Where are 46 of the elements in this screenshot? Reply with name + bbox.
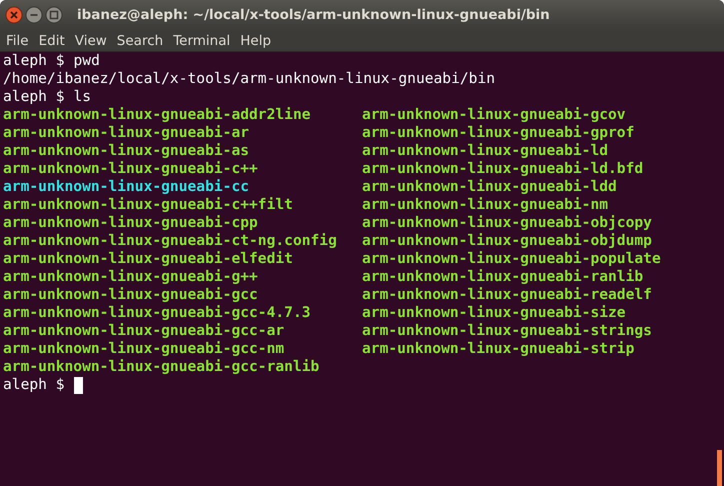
file-name: arm-unknown-linux-gnueabi-ld <box>362 142 610 160</box>
shell-prompt: aleph $ <box>3 88 65 106</box>
menu-item[interactable]: File <box>1 32 34 48</box>
file-name: arm-unknown-linux-gnueabi-populate <box>362 250 662 268</box>
file-name: arm-unknown-linux-gnueabi-addr2line <box>3 106 312 124</box>
maximize-icon[interactable] <box>45 6 63 24</box>
file-name: arm-unknown-linux-gnueabi-gcc-4.7.3 <box>3 304 312 322</box>
scrollbar-thumb[interactable] <box>717 450 722 486</box>
shell-command: ls <box>74 88 92 106</box>
menu-item[interactable]: Terminal <box>168 32 236 48</box>
file-name: arm-unknown-linux-gnueabi-cc <box>3 178 250 196</box>
file-name: arm-unknown-linux-gnueabi-as <box>3 142 250 160</box>
file-name: arm-unknown-linux-gnueabi-strings <box>362 322 653 340</box>
menu-item[interactable]: View <box>70 32 112 48</box>
file-name: arm-unknown-linux-gnueabi-g++ <box>3 268 259 286</box>
close-icon[interactable] <box>5 6 23 24</box>
file-name: arm-unknown-linux-gnueabi-size <box>362 304 627 322</box>
file-name: arm-unknown-linux-gnueabi-elfedit <box>3 250 294 268</box>
file-name: arm-unknown-linux-gnueabi-gcc-ar <box>3 322 286 340</box>
menu-item[interactable]: Edit <box>34 32 70 48</box>
file-name: arm-unknown-linux-gnueabi-ct-ng.config <box>3 232 338 250</box>
file-name: arm-unknown-linux-gnueabi-strip <box>362 340 636 358</box>
file-name: arm-unknown-linux-gnueabi-c++ <box>3 160 259 178</box>
minimize-icon[interactable] <box>25 6 43 24</box>
menu-item[interactable]: Help <box>235 32 276 48</box>
file-name: arm-unknown-linux-gnueabi-gcov <box>362 106 627 124</box>
file-name: arm-unknown-linux-gnueabi-ar <box>3 124 250 142</box>
file-name: arm-unknown-linux-gnueabi-nm <box>362 196 610 214</box>
file-name: arm-unknown-linux-gnueabi-ldd <box>362 178 618 196</box>
file-name: arm-unknown-linux-gnueabi-ranlib <box>362 268 644 286</box>
file-name: arm-unknown-linux-gnueabi-readelf <box>362 286 653 304</box>
shell-prompt: aleph $ <box>3 376 65 394</box>
file-name: arm-unknown-linux-gnueabi-gcc-ranlib <box>3 358 320 376</box>
file-name: arm-unknown-linux-gnueabi-gcc <box>3 286 259 304</box>
menu-item[interactable]: Search <box>112 32 168 48</box>
file-name: arm-unknown-linux-gnueabi-ld.bfd <box>362 160 644 178</box>
command-output: /home/ibanez/local/x-tools/arm-unknown-linux-gnueabi/bin <box>3 70 496 88</box>
shell-prompt: aleph $ <box>3 52 65 70</box>
file-name: arm-unknown-linux-gnueabi-c++filt <box>3 196 294 214</box>
file-name: arm-unknown-linux-gnueabi-cpp <box>3 214 259 232</box>
file-name: arm-unknown-linux-gnueabi-gcc-nm <box>3 340 286 358</box>
window-title: ibanez@aleph: ~/local/x-tools/arm-unknown-linux-gnueabi/bin <box>77 7 550 23</box>
file-name: arm-unknown-linux-gnueabi-objdump <box>362 232 653 250</box>
shell-command: pwd <box>74 52 100 70</box>
file-name: arm-unknown-linux-gnueabi-objcopy <box>362 214 653 232</box>
file-name: arm-unknown-linux-gnueabi-gprof <box>362 124 636 142</box>
